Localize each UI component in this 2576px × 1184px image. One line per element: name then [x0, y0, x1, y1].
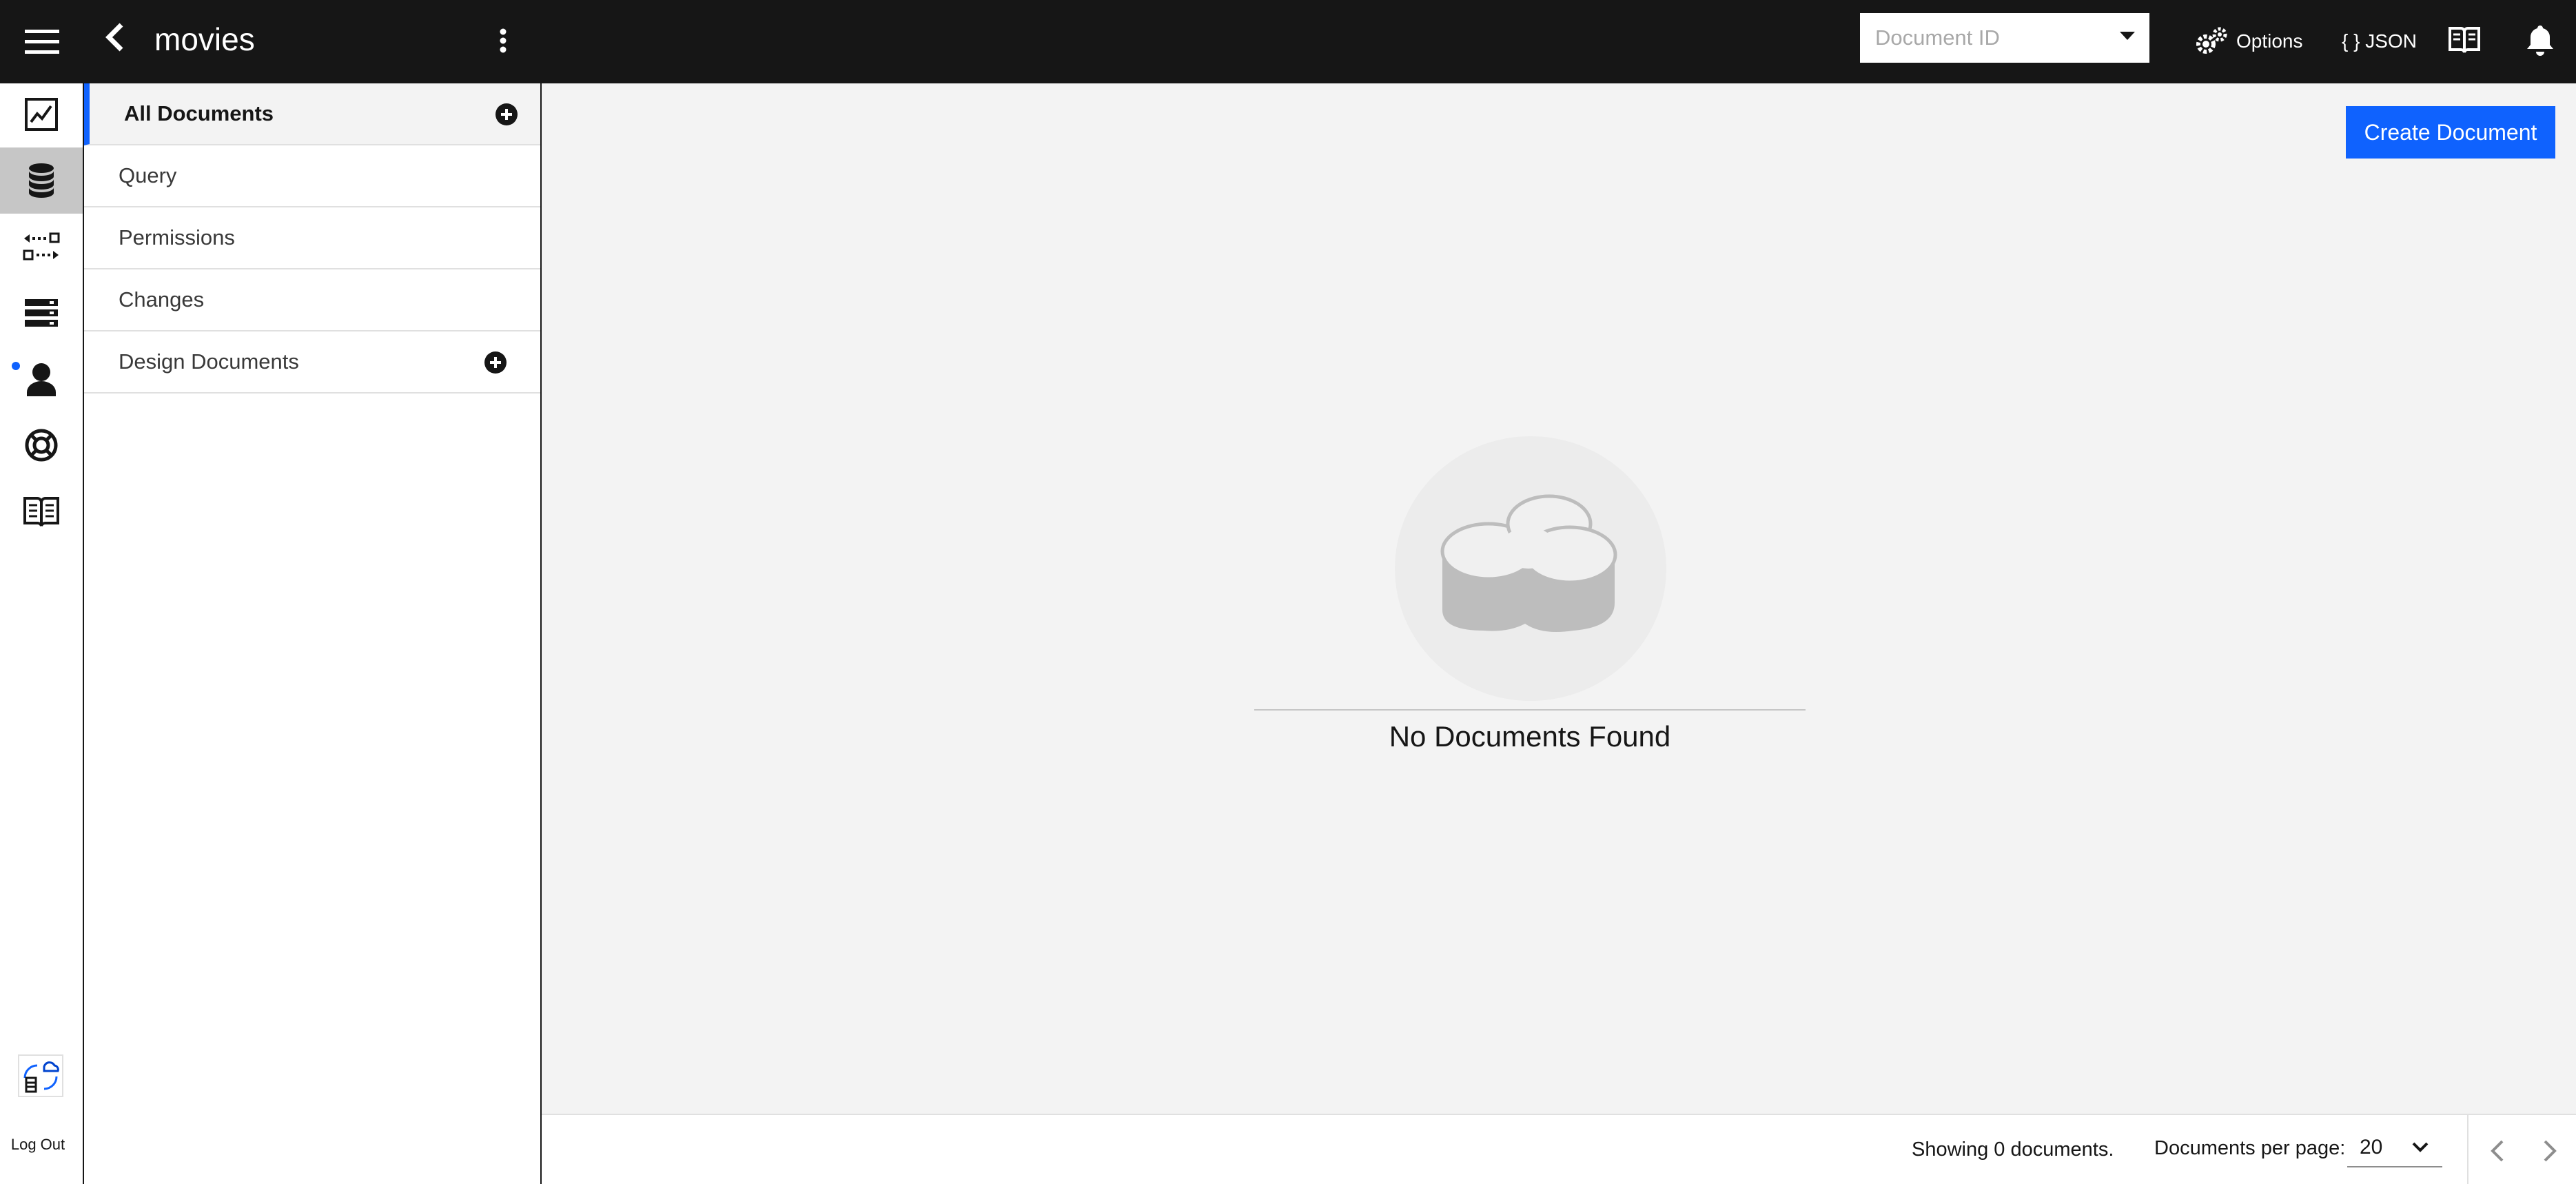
add-design-document-icon[interactable] [484, 351, 507, 374]
top-bar: Options { } JSON [542, 0, 2576, 83]
book-icon [2449, 27, 2480, 53]
database-icon [29, 163, 54, 198]
rail-item-documentation[interactable] [0, 478, 83, 544]
sidebar-header: movies [84, 0, 540, 83]
nav-design-documents[interactable]: Design Documents [84, 331, 540, 394]
create-document-button[interactable]: Create Document [2346, 106, 2555, 159]
icon-rail: Log Out [0, 0, 84, 1184]
footer-divider [2467, 1115, 2468, 1184]
server-stack-icon [25, 299, 58, 327]
rail-item-databases[interactable] [0, 147, 83, 214]
kebab-menu-icon [500, 28, 507, 53]
rail-item-user[interactable] [0, 346, 83, 412]
rail-item-activity[interactable] [0, 81, 83, 147]
database-actions-button[interactable] [491, 25, 515, 57]
previous-page-button[interactable] [2477, 1132, 2518, 1170]
document-id-input[interactable] [1860, 13, 2149, 63]
rail-item-servers[interactable] [0, 280, 83, 346]
nav-query-label: Query [119, 163, 177, 187]
cloud-database-illustration-icon [1440, 494, 1617, 633]
nav-design-documents-label: Design Documents [119, 349, 299, 374]
documentation-book-icon [23, 497, 59, 527]
options-label: Options [2236, 30, 2303, 52]
database-title: movies [154, 21, 255, 57]
caret-down-icon[interactable] [2120, 32, 2135, 40]
nav-permissions[interactable]: Permissions [84, 207, 540, 269]
chevron-right-icon [2544, 1140, 2557, 1162]
per-page-value: 20 [2360, 1136, 2383, 1159]
cloud-database-logo-icon [23, 1061, 59, 1093]
nav-permissions-label: Permissions [119, 225, 235, 249]
replication-icon [23, 232, 60, 261]
nav-all-documents-label: All Documents [124, 101, 274, 125]
per-page-label: Documents per page: [2154, 1137, 2346, 1159]
empty-state-message: No Documents Found [1389, 720, 1671, 753]
empty-state-divider [1254, 709, 1806, 711]
api-docs-button[interactable] [2444, 19, 2485, 61]
document-count-text: Showing 0 documents. [1912, 1139, 2114, 1161]
options-button[interactable]: Options [2195, 21, 2303, 62]
logout-link[interactable]: Log Out [0, 1136, 76, 1154]
chevron-left-icon [2491, 1140, 2504, 1162]
rail-item-help[interactable] [0, 412, 83, 478]
nav-changes-label: Changes [119, 287, 205, 312]
database-sidebar: movies All Documents Query Permissions C… [84, 0, 542, 1184]
hamburger-icon [25, 29, 59, 54]
next-page-button[interactable] [2529, 1132, 2570, 1170]
back-button[interactable] [98, 17, 132, 58]
notifications-button[interactable] [2519, 19, 2561, 61]
nav-query[interactable]: Query [84, 145, 540, 207]
nav-all-documents[interactable]: All Documents [84, 83, 540, 145]
gears-icon [2196, 27, 2227, 54]
nav-changes[interactable]: Changes [84, 269, 540, 331]
chevron-left-icon [105, 23, 123, 52]
app-logo [18, 1054, 63, 1097]
hamburger-menu-button[interactable] [0, 0, 84, 83]
pagination-footer: Showing 0 documents. Documents per page:… [542, 1114, 2576, 1184]
json-button[interactable]: { } JSON [2342, 21, 2417, 62]
add-document-icon[interactable] [495, 103, 518, 126]
rail-item-replication[interactable] [0, 214, 83, 280]
chevron-down-icon[interactable] [2406, 1133, 2434, 1161]
help-lifebuoy-icon [25, 429, 58, 462]
bell-icon [2527, 25, 2553, 56]
activity-chart-icon [25, 98, 58, 131]
user-icon [27, 363, 56, 396]
json-label: { } JSON [2342, 30, 2417, 52]
